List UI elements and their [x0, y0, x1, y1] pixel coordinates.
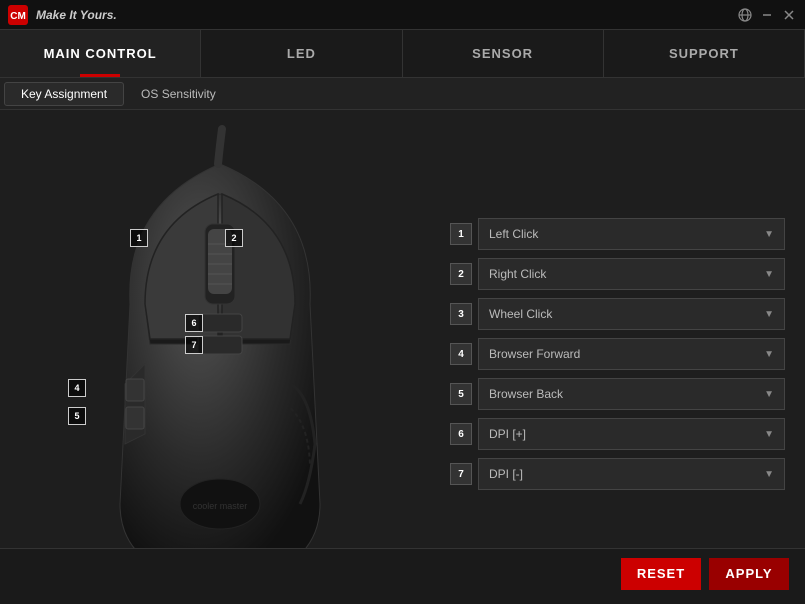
chevron-down-icon-7: ▼ [764, 469, 774, 480]
assignment-row-6: 6 DPI [+] ▼ [450, 418, 785, 450]
bottom-bar: RESET APPLY [0, 548, 805, 598]
btn-num-2: 2 [450, 263, 472, 285]
chevron-down-icon-4: ▼ [764, 349, 774, 360]
main-content: cooler master 1 2 6 7 4 5 1 Left Click ▼ [0, 110, 805, 598]
tab-sensor[interactable]: SENSOR [403, 30, 604, 77]
close-button[interactable] [781, 7, 797, 23]
subtab-os-sensitivity[interactable]: OS Sensitivity [124, 82, 233, 106]
subtab-key-assignment[interactable]: Key Assignment [4, 82, 124, 106]
dropdown-6[interactable]: DPI [+] ▼ [478, 418, 785, 450]
tab-led[interactable]: LED [201, 30, 402, 77]
mouse-label-4: 4 [68, 379, 86, 397]
mouse-label-7: 7 [185, 336, 203, 354]
btn-num-6: 6 [450, 423, 472, 445]
assignment-row-3: 3 Wheel Click ▼ [450, 298, 785, 330]
assignment-row-7: 7 DPI [-] ▼ [450, 458, 785, 490]
btn-num-3: 3 [450, 303, 472, 325]
dropdown-7[interactable]: DPI [-] ▼ [478, 458, 785, 490]
chevron-down-icon-3: ▼ [764, 309, 774, 320]
mouse-label-5: 5 [68, 407, 86, 425]
assignment-row-1: 1 Left Click ▼ [450, 218, 785, 250]
dropdown-1[interactable]: Left Click ▼ [478, 218, 785, 250]
mouse-label-6: 6 [185, 314, 203, 332]
btn-num-7: 7 [450, 463, 472, 485]
assignment-row-5: 5 Browser Back ▼ [450, 378, 785, 410]
btn-num-4: 4 [450, 343, 472, 365]
svg-text:CM: CM [10, 11, 26, 22]
tab-main-control[interactable]: MAIN CONTROL [0, 30, 201, 77]
assignment-row-2: 2 Right Click ▼ [450, 258, 785, 290]
subtabs: Key Assignment OS Sensitivity [0, 78, 805, 110]
window-controls [737, 7, 797, 23]
chevron-down-icon-2: ▼ [764, 269, 774, 280]
dropdown-3[interactable]: Wheel Click ▼ [478, 298, 785, 330]
btn-num-1: 1 [450, 223, 472, 245]
app-logo: CM [8, 5, 28, 25]
app-title: Make It Yours. [36, 8, 737, 22]
assignment-row-4: 4 Browser Forward ▼ [450, 338, 785, 370]
mouse-label-2: 2 [225, 229, 243, 247]
dropdown-2[interactable]: Right Click ▼ [478, 258, 785, 290]
titlebar: CM Make It Yours. [0, 0, 805, 30]
globe-button[interactable] [737, 7, 753, 23]
minimize-button[interactable] [759, 7, 775, 23]
mouse-area: cooler master 1 2 6 7 4 5 [0, 110, 440, 598]
dropdown-4[interactable]: Browser Forward ▼ [478, 338, 785, 370]
dropdown-5[interactable]: Browser Back ▼ [478, 378, 785, 410]
chevron-down-icon-1: ▼ [764, 229, 774, 240]
btn-num-5: 5 [450, 383, 472, 405]
chevron-down-icon-5: ▼ [764, 389, 774, 400]
tab-support[interactable]: SUPPORT [604, 30, 805, 77]
key-assignment-panel: 1 Left Click ▼ 2 Right Click ▼ 3 Wheel C… [440, 110, 805, 598]
mouse-diagram: cooler master 1 2 6 7 4 5 [30, 124, 410, 564]
mouse-label-1: 1 [130, 229, 148, 247]
apply-button[interactable]: APPLY [709, 558, 789, 590]
chevron-down-icon-6: ▼ [764, 429, 774, 440]
main-tabs: MAIN CONTROL LED SENSOR SUPPORT [0, 30, 805, 78]
reset-button[interactable]: RESET [621, 558, 701, 590]
svg-text:cooler master: cooler master [193, 501, 248, 511]
